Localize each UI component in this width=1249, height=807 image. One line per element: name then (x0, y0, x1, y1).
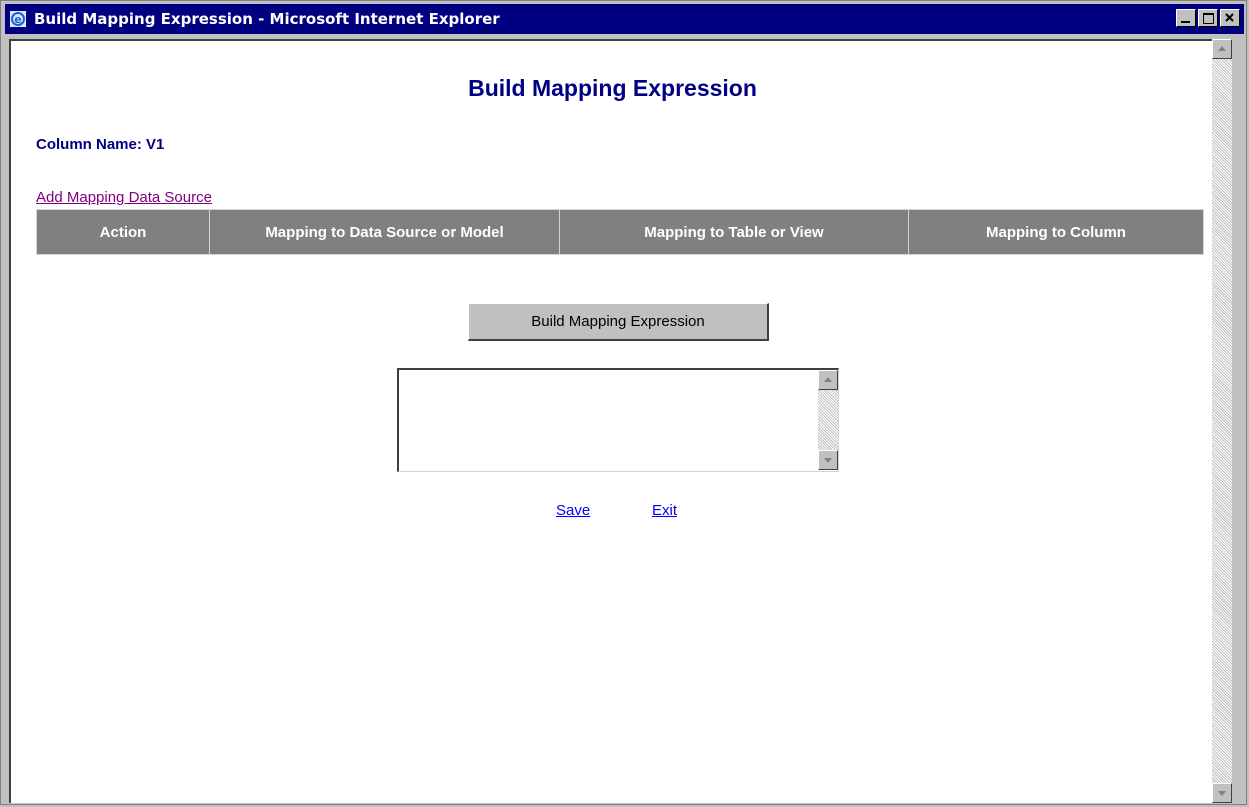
arrow-down-icon (824, 458, 832, 463)
table-header-row: Action Mapping to Data Source or Model M… (36, 209, 1204, 255)
header-mapping-table-view: Mapping to Table or View (559, 209, 909, 255)
maximize-icon (1203, 13, 1214, 24)
save-link[interactable]: Save (556, 502, 590, 519)
add-mapping-data-source-link[interactable]: Add Mapping Data Source (36, 189, 212, 206)
page-title: Build Mapping Expression (468, 75, 757, 101)
page-scroll-down-button[interactable] (1212, 783, 1232, 803)
minimize-button[interactable] (1176, 9, 1196, 27)
expression-textarea[interactable] (399, 370, 809, 470)
textarea-scrollbar[interactable] (818, 370, 838, 470)
svg-text:e: e (14, 13, 21, 26)
header-mapping-column: Mapping to Column (908, 209, 1204, 255)
maximize-button[interactable] (1198, 9, 1218, 27)
arrow-up-icon (1218, 46, 1226, 51)
browser-window: e Build Mapping Expression - Microsoft I… (0, 0, 1247, 805)
textarea-scroll-down-button[interactable] (818, 450, 838, 470)
expression-textarea-frame (397, 368, 839, 472)
page-scrollbar[interactable] (1212, 39, 1232, 803)
header-action: Action (36, 209, 210, 255)
mapping-table: Action Mapping to Data Source or Model M… (36, 209, 1204, 255)
minimize-icon (1181, 21, 1190, 23)
internet-explorer-icon: e (10, 11, 26, 27)
window-title: Build Mapping Expression - Microsoft Int… (34, 10, 500, 28)
textarea-scroll-up-button[interactable] (818, 370, 838, 390)
build-mapping-expression-button[interactable]: Build Mapping Expression (468, 303, 769, 341)
page-content: Build Mapping Expression Column Name: V1… (9, 39, 1212, 803)
arrow-up-icon (824, 377, 832, 382)
column-name-label: Column Name: V1 (36, 136, 165, 153)
header-mapping-data-source: Mapping to Data Source or Model (209, 209, 560, 255)
close-icon (1225, 13, 1234, 22)
title-bar: e Build Mapping Expression - Microsoft I… (5, 4, 1244, 34)
exit-link[interactable]: Exit (652, 502, 677, 519)
close-button[interactable] (1220, 9, 1240, 27)
page-scroll-up-button[interactable] (1212, 39, 1232, 59)
arrow-down-icon (1218, 791, 1226, 796)
